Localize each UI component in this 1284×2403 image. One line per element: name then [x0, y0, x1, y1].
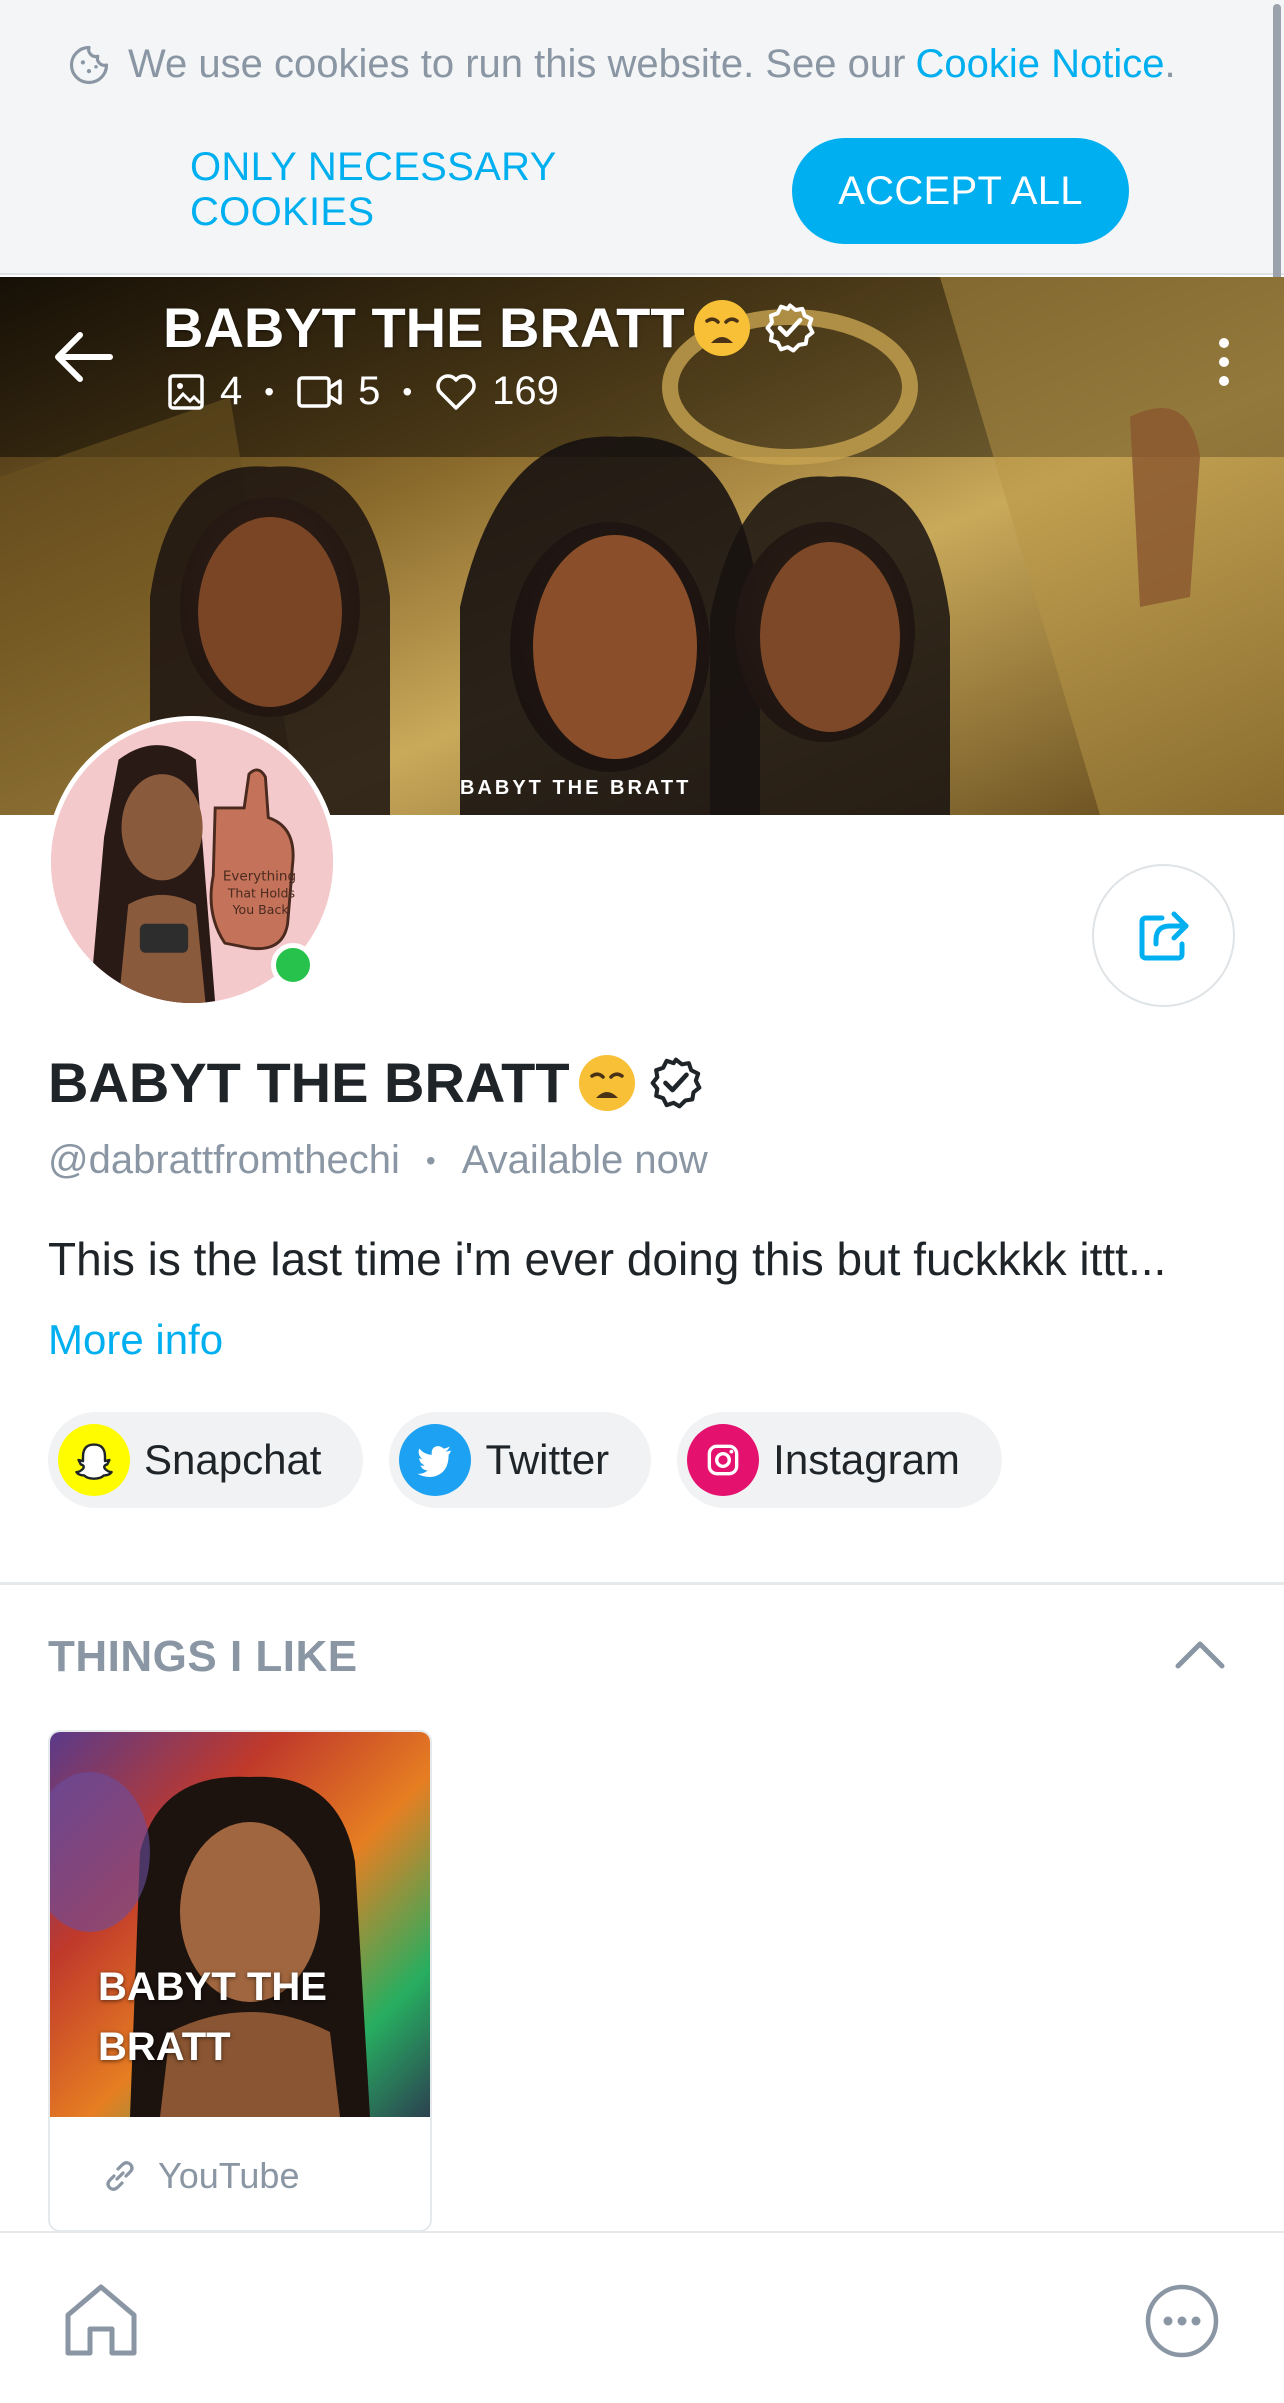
online-status-indicator [271, 943, 315, 987]
cover-title-text: BABYT THE BRATT [163, 296, 685, 359]
bottom-navigation [0, 2231, 1284, 2403]
snapchat-label: Snapchat [144, 1436, 322, 1483]
back-arrow-icon[interactable] [48, 327, 118, 387]
twitter-label: Twitter [485, 1436, 610, 1483]
handle-row: @dabrattfromthechi • Available now [48, 1138, 708, 1183]
liked-item-source-label: YouTube [158, 2154, 300, 2196]
liked-item-source: YouTube [50, 2117, 430, 2230]
photos-count-value: 4 [220, 369, 243, 413]
weary-face-emoji-icon [578, 1054, 635, 1111]
cookie-notice-link[interactable]: Cookie Notice [915, 42, 1164, 87]
videos-count: 5 [296, 369, 380, 414]
social-links: Snapchat Twitter Instagram [48, 1412, 1028, 1508]
snapchat-link[interactable]: Snapchat [48, 1412, 364, 1508]
svg-text:Everything: Everything [223, 868, 296, 884]
likes-count: 169 [434, 369, 559, 414]
instagram-icon [687, 1424, 760, 1496]
svg-text:You Back: You Back [232, 902, 290, 917]
twitter-icon [399, 1424, 472, 1496]
weary-face-emoji-icon [693, 299, 750, 356]
more-info-link[interactable]: More info [48, 1316, 223, 1364]
only-necessary-cookies-button[interactable]: ONLY NECESSARY COOKIES [190, 138, 750, 242]
things-i-like-title: THINGS I LIKE [48, 1632, 358, 1681]
cover-stats: 4 • 5 • 169 [166, 369, 559, 414]
liked-item-title: BABYT THE BRATT [98, 1965, 327, 2069]
liked-item-thumbnail: BABYT THE BRATT [50, 1732, 430, 2117]
bio-text: This is the last time i'm ever doing thi… [48, 1233, 1167, 1285]
stat-separator: • [402, 375, 413, 407]
instagram-link[interactable]: Instagram [677, 1412, 1002, 1508]
username-handle: @dabrattfromthechi [48, 1138, 400, 1182]
cover-watermark: BABYT THE BRATT [460, 777, 692, 799]
heart-icon [436, 373, 476, 410]
video-icon [297, 375, 342, 408]
videos-count-value: 5 [358, 369, 381, 413]
instagram-label: Instagram [773, 1436, 960, 1483]
profile-name: BABYT THE BRATT [48, 1050, 704, 1115]
verified-icon [650, 1057, 701, 1108]
cookie-banner: We use cookies to run this website. See … [0, 0, 1284, 275]
cookie-icon [69, 45, 109, 84]
cookie-text: We use cookies to run this website. See … [128, 42, 906, 86]
cover-title: BABYT THE BRATT [163, 295, 817, 360]
home-icon[interactable] [58, 2277, 144, 2363]
svg-text:That Holds: That Holds [227, 886, 295, 901]
profile-name-text: BABYT THE BRATT [48, 1051, 570, 1114]
photos-count: 4 [166, 369, 242, 414]
link-icon [106, 2160, 134, 2191]
share-button[interactable] [1092, 864, 1235, 1007]
likes-count-value: 169 [492, 369, 559, 413]
more-horizontal-icon[interactable] [1144, 2283, 1220, 2359]
stat-separator: • [264, 375, 275, 407]
verified-icon [765, 303, 815, 352]
availability-status: Available now [461, 1138, 708, 1182]
accept-all-button[interactable]: ACCEPT ALL [792, 138, 1129, 244]
liked-item-card[interactable]: BABYT THE BRATT YouTube [48, 1730, 432, 2232]
chevron-up-icon[interactable] [1172, 1634, 1228, 1674]
cookie-notice-text: We use cookies to run this website. See … [68, 42, 1248, 87]
more-vertical-icon[interactable] [1218, 335, 1230, 389]
snapchat-icon [58, 1424, 130, 1496]
scrollbar[interactable] [1273, 4, 1281, 324]
handle-separator: • [425, 1144, 436, 1176]
twitter-link[interactable]: Twitter [389, 1412, 652, 1508]
section-divider [0, 1582, 1284, 1585]
cookie-link-suffix: . [1164, 42, 1176, 86]
image-icon [168, 373, 204, 410]
share-icon [1139, 911, 1188, 960]
